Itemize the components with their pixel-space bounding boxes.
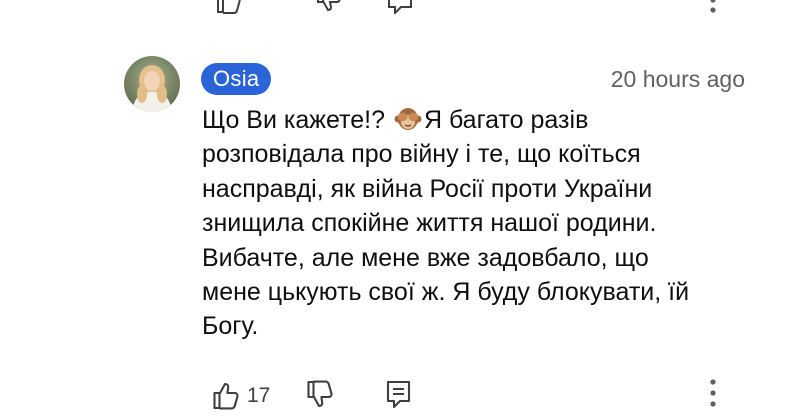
comment-text-start: Що Ви кажете!? — [202, 106, 385, 134]
thumbs-up-icon[interactable] — [212, 380, 240, 410]
comment-text-line1-end: Я багато разів — [423, 106, 589, 134]
thumbs-down-icon[interactable] — [306, 380, 336, 410]
reply-comment-icon[interactable] — [386, 0, 414, 14]
avatar[interactable] — [124, 56, 180, 112]
comments-screen: Osia 20 hours ago Що Ви кажете!? Я багат… — [0, 0, 800, 417]
see-no-evil-monkey-icon — [394, 108, 422, 130]
comment-actions — [0, 376, 800, 412]
more-vertical-icon[interactable] — [703, 0, 723, 14]
thumbs-up-icon[interactable] — [215, 0, 243, 14]
author-name-chip[interactable]: Osia — [201, 63, 272, 95]
reply-comment-icon[interactable] — [386, 380, 412, 410]
thumbs-down-icon[interactable] — [315, 0, 343, 14]
comment-text: Що Ви кажете!? Я багато разів розповідал… — [202, 103, 762, 344]
more-vertical-icon[interactable] — [703, 376, 723, 412]
comment-text-rest: розповідала про війну і те, що коїться н… — [202, 140, 690, 341]
previous-comment-actions — [0, 0, 800, 14]
comment-timestamp: 20 hours ago — [610, 66, 745, 92]
like-count: 17 — [247, 384, 271, 407]
avatar-image — [124, 56, 180, 112]
